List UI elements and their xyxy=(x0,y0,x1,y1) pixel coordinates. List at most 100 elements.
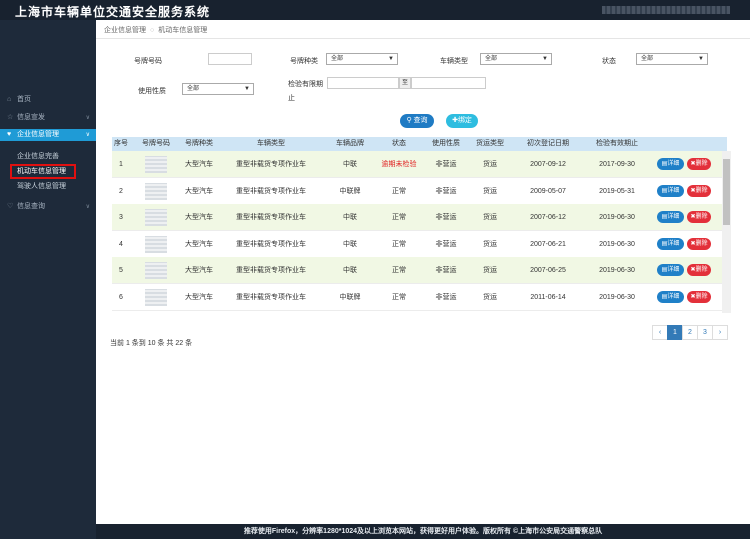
plate-number-masked xyxy=(145,209,167,226)
scrollbar-thumb[interactable] xyxy=(723,159,730,225)
delete-button[interactable]: ✖删除 xyxy=(687,237,711,250)
sidebar-item-enterprise-info[interactable]: ♥ 企业信息管理 ∨ xyxy=(0,129,96,141)
cell-usage: 非营运 xyxy=(435,161,457,168)
cell-no: 1 xyxy=(119,161,123,168)
column-header: 使用性质 xyxy=(432,140,460,147)
cell-plate-type: 大型汽车 xyxy=(185,240,213,248)
query-button-label: 查询 xyxy=(413,117,428,124)
cell-plate-type: 大型汽车 xyxy=(185,293,213,301)
column-header: 初次登记日期 xyxy=(527,140,569,147)
cell-plate-type: 大型汽车 xyxy=(185,214,213,221)
inspection-validity-label: 检验有限期 xyxy=(288,81,323,88)
detail-button-label: 详细 xyxy=(667,187,680,194)
cell-freight: 货运 xyxy=(483,214,497,221)
pagination-page[interactable]: 3 xyxy=(697,325,713,340)
detail-button[interactable]: ▤详细 xyxy=(657,184,684,197)
detail-button[interactable]: ▤详细 xyxy=(657,290,684,303)
plate-number-input[interactable] xyxy=(208,53,252,65)
detail-button[interactable]: ▤详细 xyxy=(657,237,684,250)
dropdown-arrow-icon: ▼ xyxy=(388,56,394,62)
dropdown-arrow-icon: ▼ xyxy=(542,56,548,62)
cell-reg-date: 2007-06-21 xyxy=(530,240,566,248)
sidebar-item-label: 信息查询 xyxy=(16,203,45,210)
table-row: 5 大型汽车 重型非载货专项作业车 中联 正常 非营运 货运 2007-06-25 2019-0… xyxy=(112,257,727,284)
detail-button-label: 详细 xyxy=(667,240,680,247)
cell-freight: 货运 xyxy=(483,161,497,168)
pagination-page[interactable]: 2 xyxy=(682,325,698,340)
inspection-validity-label-2: 止 xyxy=(288,95,295,102)
pagination: ‹ 1 2 3 › xyxy=(652,325,728,340)
sidebar-item-info-query[interactable]: ♡ 信息查询 ∨ xyxy=(0,201,96,213)
plate-type-value: 全部 xyxy=(331,56,344,62)
sidebar-item-home[interactable]: ⌂ 首页 xyxy=(0,94,96,106)
table-scrollbar[interactable] xyxy=(722,151,731,313)
inspection-end-date-input[interactable] xyxy=(411,77,486,89)
delete-button-label: 删除 xyxy=(695,267,708,273)
vehicle-type-select[interactable]: 全部 ▼ xyxy=(480,53,552,65)
usage-select[interactable]: 全部 ▼ xyxy=(182,83,254,95)
delete-button[interactable]: ✖删除 xyxy=(687,184,711,197)
breadcrumb-parent[interactable]: 企业信息管理 xyxy=(104,27,146,34)
footer: 推荐使用Firefox，分辨率1280*1024及以上浏览本网站，获得更好用户体… xyxy=(96,524,750,539)
cell-brand: 中联 xyxy=(343,161,357,168)
delete-button[interactable]: ✖删除 xyxy=(687,211,711,223)
column-header: 号牌号码 xyxy=(142,140,170,147)
cell-vehicle-type: 重型非载货专项作业车 xyxy=(236,293,306,301)
cell-valid-until: 2019-06-30 xyxy=(599,214,635,221)
sidebar-item-info-publish[interactable]: ☆ 信息宣发 ∨ xyxy=(0,112,96,124)
detail-button[interactable]: ▤详细 xyxy=(657,264,684,276)
cell-reg-date: 2011-06-14 xyxy=(530,293,566,301)
delete-button-label: 删除 xyxy=(695,240,708,247)
app-title: 上海市车辆单位交通安全服务系统 xyxy=(15,5,211,19)
home-icon: ⌂ xyxy=(7,96,12,103)
cell-valid-until: 2017-09-30 xyxy=(599,161,635,168)
column-header: 检验有效期止 xyxy=(596,140,638,147)
heart-icon: ♥ xyxy=(7,131,12,138)
sidebar-item-label: 企业信息管理 xyxy=(16,131,59,138)
cell-status: 正常 xyxy=(392,240,406,248)
cell-reg-date: 2007-09-12 xyxy=(530,161,566,168)
delete-button[interactable]: ✖删除 xyxy=(687,264,711,276)
query-button[interactable]: ⚲ 查询 xyxy=(400,114,434,128)
plate-type-select[interactable]: 全部 ▼ xyxy=(326,53,398,65)
cell-reg-date: 2009-05-07 xyxy=(530,187,566,195)
cell-freight: 货运 xyxy=(483,240,497,248)
cell-vehicle-type: 重型非载货专项作业车 xyxy=(236,161,306,168)
pagination-prev[interactable]: ‹ xyxy=(652,325,668,340)
pagination-summary: 当前 1 条到 10 条 共 22 条 xyxy=(110,340,193,347)
delete-button[interactable]: ✖删除 xyxy=(687,158,711,170)
table-row: 4 大型汽车 重型非载货专项作业车 中联 正常 非营运 货运 2007-06-21 2019-0… xyxy=(112,230,727,258)
delete-button-label: 删除 xyxy=(695,293,708,300)
delete-button-label: 删除 xyxy=(695,214,708,220)
sidebar-subitem-label: 企业信息完善 xyxy=(17,153,59,160)
plate-number-masked xyxy=(145,182,167,200)
status-select[interactable]: 全部 ▼ xyxy=(636,53,708,65)
cell-vehicle-type: 重型非载货专项作业车 xyxy=(236,240,306,248)
vehicle-type-value: 全部 xyxy=(485,56,498,62)
bind-button[interactable]: ✚绑定 xyxy=(446,114,478,128)
sidebar-subitem-label: 驾驶人信息管理 xyxy=(17,183,66,190)
breadcrumb-current: 机动车信息管理 xyxy=(158,27,208,34)
sidebar-item-label: 信息宣发 xyxy=(16,114,45,121)
annotation-highlight-box xyxy=(10,164,76,179)
cell-vehicle-type: 重型非载货专项作业车 xyxy=(236,187,306,195)
column-header: 车辆类型 xyxy=(257,140,285,147)
pagination-page[interactable]: 1 xyxy=(667,325,683,340)
top-header: 上海市车辆单位交通安全服务系统 xyxy=(0,0,750,20)
detail-button-label: 详细 xyxy=(667,293,680,300)
cell-valid-until: 2019-06-30 xyxy=(599,267,635,274)
pagination-next[interactable]: › xyxy=(712,325,728,340)
cell-brand: 中联 xyxy=(343,214,357,221)
detail-button[interactable]: ▤详细 xyxy=(657,211,684,223)
table-row: 1 大型汽车 重型非载货专项作业车 中联 逾期未检验 非营运 货运 2007-09-12 201… xyxy=(112,151,727,178)
user-info-masked xyxy=(602,6,730,14)
detail-button[interactable]: ▤详细 xyxy=(657,158,684,170)
delete-button-label: 删除 xyxy=(695,187,708,194)
dropdown-arrow-icon: ▼ xyxy=(244,86,250,92)
plate-number-label: 号牌号码 xyxy=(134,58,162,65)
cell-status: 正常 xyxy=(392,187,406,195)
inspection-start-date-input[interactable] xyxy=(327,77,399,89)
delete-button[interactable]: ✖删除 xyxy=(687,290,711,303)
sidebar-subitem-driver-management[interactable]: 驾驶人信息管理 xyxy=(0,181,96,193)
sidebar-subitem-enterprise-complete[interactable]: 企业信息完善 xyxy=(0,151,96,163)
